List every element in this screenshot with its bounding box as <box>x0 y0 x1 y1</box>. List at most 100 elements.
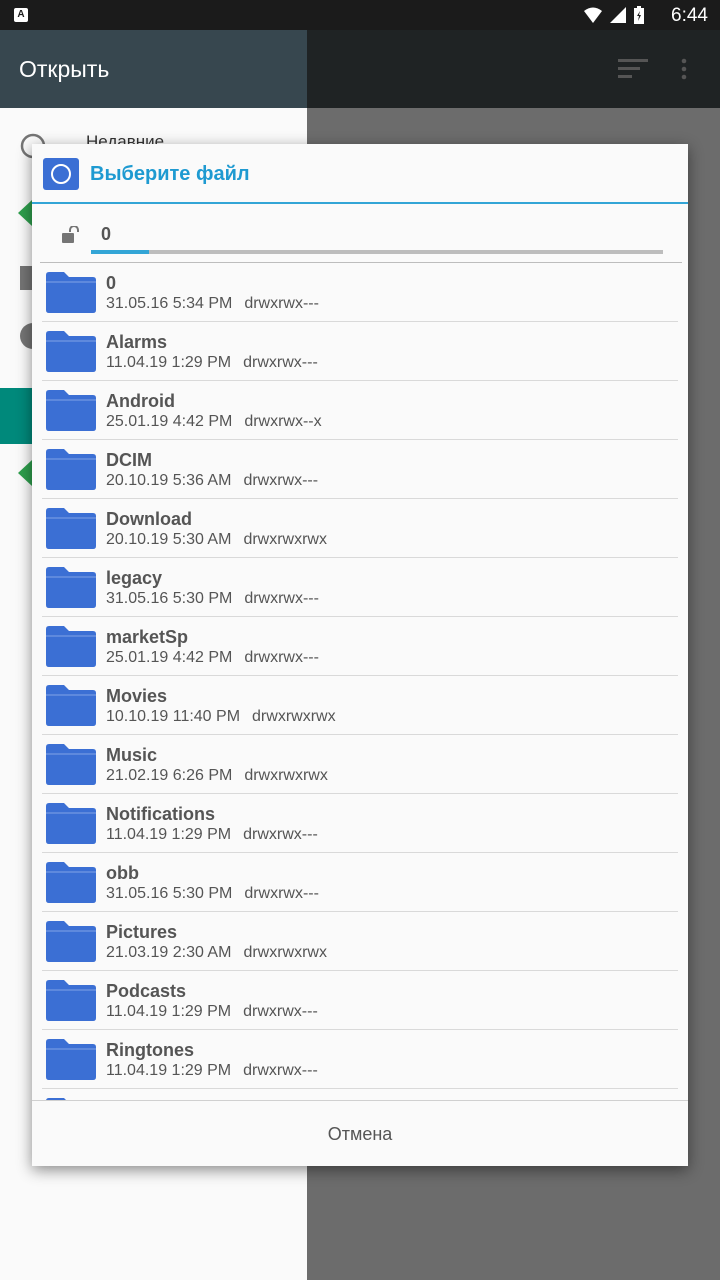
sort-icon[interactable] <box>618 58 650 80</box>
item-permissions: drwxrwx--- <box>244 590 319 607</box>
file-picker-dialog: Выберите файл 0 0 31.05.16 5:34 PM drwxrw… <box>32 144 688 1166</box>
item-permissions: drwxrwxrwx <box>243 531 327 548</box>
signal-icon <box>610 7 626 23</box>
folder-icon <box>46 921 96 962</box>
notification-a-icon: A <box>14 8 28 22</box>
folder-icon <box>46 390 96 431</box>
folder-icon <box>46 980 96 1021</box>
item-date: 31.05.16 5:30 PM <box>106 885 233 902</box>
drawer-item-selected[interactable] <box>0 388 34 444</box>
item-permissions: drwxrwx--- <box>244 649 319 666</box>
list-item[interactable]: Android 25.01.19 4:42 PM drwxrwx--x <box>42 381 678 440</box>
cancel-button[interactable]: Отмена <box>32 1101 688 1167</box>
item-name: 0 <box>106 273 117 293</box>
list-item[interactable]: Alarms 11.04.19 1:29 PM drwxrwx--- <box>42 322 678 381</box>
item-name: Alarms <box>106 332 168 352</box>
item-date: 11.04.19 1:29 PM <box>106 826 232 843</box>
item-date: 10.10.19 11:40 PM <box>106 708 241 725</box>
item-name: DCIM <box>106 450 152 470</box>
item-meta: 20.10.19 5:36 AM drwxrwx--- <box>106 472 318 490</box>
item-date: 20.10.19 5:36 AM <box>106 472 232 489</box>
item-date: 11.04.19 1:29 PM <box>106 1062 232 1079</box>
item-date: 11.04.19 1:29 PM <box>106 1003 232 1020</box>
list-item[interactable]: Download 20.10.19 5:30 AM drwxrwxrwx <box>42 499 678 558</box>
status-bar: A 6:44 <box>0 0 720 30</box>
item-meta: 25.01.19 4:42 PM drwxrwx--- <box>106 649 319 667</box>
item-meta: 11.04.19 1:29 PM drwxrwx--- <box>106 1003 318 1021</box>
item-name: Pictures <box>106 922 178 942</box>
folder-icon <box>46 272 96 313</box>
path-underline <box>91 250 663 254</box>
item-meta: 10.10.19 11:40 PM drwxrwxrwx <box>106 708 336 726</box>
folder-icon <box>46 685 96 726</box>
item-permissions: drwxrwx--- <box>243 826 318 843</box>
item-name: marketSp <box>106 627 189 647</box>
folder-icon <box>46 803 96 844</box>
item-date: 25.01.19 4:42 PM <box>106 413 233 430</box>
folder-icon <box>46 744 96 785</box>
list-item[interactable]: 0 31.05.16 5:34 PM drwxrwx--- <box>42 263 678 322</box>
item-date: 21.03.19 2:30 AM <box>106 944 232 961</box>
item-permissions: drwxrwx--x <box>244 413 322 430</box>
item-meta: 20.10.19 5:30 AM drwxrwxrwx <box>106 531 327 549</box>
folder-icon <box>46 626 96 667</box>
item-permissions: drwxrwxrwx <box>252 708 336 725</box>
item-permissions: drwxrwx--- <box>243 1062 318 1079</box>
app-toolbar <box>307 30 720 108</box>
app-logo-icon <box>43 158 79 190</box>
item-date: 11.04.19 1:29 PM <box>106 354 232 371</box>
current-path[interactable]: 0 <box>101 224 111 245</box>
list-item[interactable]: marketSp 25.01.19 4:42 PM drwxrwx--- <box>42 617 678 676</box>
item-date: 25.01.19 4:42 PM <box>106 649 233 666</box>
item-meta: 11.04.19 1:29 PM drwxrwx--- <box>106 1062 318 1080</box>
list-item[interactable]: Music 21.02.19 6:26 PM drwxrwxrwx <box>42 735 678 794</box>
wifi-icon <box>584 7 602 23</box>
item-name: Android <box>106 391 175 411</box>
item-permissions: drwxrwx--- <box>244 295 319 312</box>
clock: 6:44 <box>671 5 708 26</box>
item-name: Music <box>106 745 158 765</box>
more-options-icon[interactable] <box>678 58 690 80</box>
item-date: 31.05.16 5:30 PM <box>106 590 233 607</box>
item-name: Ringtones <box>106 1040 194 1060</box>
dialog-footer: Отмена <box>32 1100 688 1166</box>
unlock-icon[interactable] <box>61 226 81 244</box>
folder-icon <box>46 862 96 903</box>
folder-icon <box>46 331 96 372</box>
list-item[interactable]: Pictures 21.03.19 2:30 AM drwxrwxrwx <box>42 912 678 971</box>
dialog-title: Выберите файл <box>90 163 250 185</box>
item-permissions: drwxrwx--- <box>243 472 319 489</box>
list-item[interactable]: legacy 31.05.16 5:30 PM drwxrwx--- <box>42 558 678 617</box>
item-meta: 31.05.16 5:34 PM drwxrwx--- <box>106 295 319 313</box>
item-name: Download <box>106 509 192 529</box>
path-underline-active <box>91 250 149 254</box>
status-icons <box>584 6 644 24</box>
app-title: Открыть <box>19 56 110 82</box>
item-permissions: drwxrwxrwx <box>243 944 327 961</box>
list-item[interactable] <box>42 1089 678 1100</box>
list-item[interactable]: obb 31.05.16 5:30 PM drwxrwx--- <box>42 853 678 912</box>
list-item[interactable]: Ringtones 11.04.19 1:29 PM drwxrwx--- <box>42 1030 678 1089</box>
list-item[interactable]: Movies 10.10.19 11:40 PM drwxrwxrwx <box>42 676 678 735</box>
item-meta: 31.05.16 5:30 PM drwxrwx--- <box>106 885 319 903</box>
item-meta: 11.04.19 1:29 PM drwxrwx--- <box>106 826 318 844</box>
item-permissions: drwxrwx--- <box>243 354 318 371</box>
list-item[interactable]: Podcasts 11.04.19 1:29 PM drwxrwx--- <box>42 971 678 1030</box>
path-bar: 0 <box>32 206 688 264</box>
item-name: legacy <box>106 568 163 588</box>
list-item[interactable]: DCIM 20.10.19 5:36 AM drwxrwx--- <box>42 440 678 499</box>
item-meta: 21.03.19 2:30 AM drwxrwxrwx <box>106 944 327 962</box>
item-date: 31.05.16 5:34 PM <box>106 295 233 312</box>
item-meta: 31.05.16 5:30 PM drwxrwx--- <box>106 590 319 608</box>
item-meta: 21.02.19 6:26 PM drwxrwxrwx <box>106 767 328 785</box>
list-item[interactable]: Notifications 11.04.19 1:29 PM drwxrwx--- <box>42 794 678 853</box>
item-date: 20.10.19 5:30 AM <box>106 531 232 548</box>
item-meta: 25.01.19 4:42 PM drwxrwx--x <box>106 413 322 431</box>
item-permissions: drwxrwx--- <box>244 885 319 902</box>
folder-icon <box>46 1039 96 1080</box>
file-list[interactable]: 0 31.05.16 5:34 PM drwxrwx--- Alarms 11.0… <box>42 263 678 1100</box>
folder-icon <box>46 567 96 608</box>
item-name: Podcasts <box>106 981 187 1001</box>
battery-icon <box>634 6 644 24</box>
dialog-header: Выберите файл <box>32 144 688 204</box>
